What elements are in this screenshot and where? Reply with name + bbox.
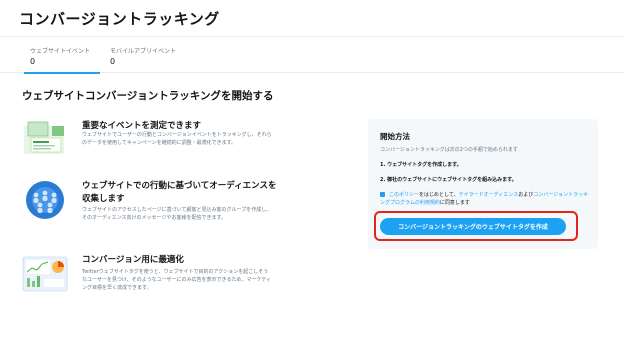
step-2: 2. 御社のウェブサイトにウェブサイトタグを組み込みます。	[380, 177, 517, 183]
step-1: 1. ウェブサイトタグを作成します。	[380, 162, 462, 168]
tab-label: モバイルアプリイベント	[110, 48, 177, 55]
header-bar: コンバージョントラッキング	[0, 0, 625, 37]
feature-description: ウェブサイトでユーザーの行動とコンバージョンイベントをトラッキングし、それらのデ…	[82, 132, 272, 146]
agreement-text: このポリシーをはじめとして、テイラードオーディエンスおよびコンバージョントラッキ…	[380, 191, 590, 207]
feature-title: ウェブサイトでの行動に基づいてオーディエンスを収集します	[82, 181, 277, 204]
highlight-box	[374, 211, 578, 241]
chart-optimization-icon	[22, 256, 68, 292]
panel-subtitle: コンバージョントラッキングは次の2つの手順で始められます	[380, 147, 518, 153]
panel-title: 開始方法	[380, 132, 410, 141]
feature-measure-events: 重要なイベントを測定できます ウェブサイトでユーザーの行動とコンバージョンイベン…	[22, 120, 322, 176]
feature-optimize-conversions: コンバージョン用に最適化 Twitterウェブサイトタグを使うと、ウェブサイトで…	[22, 254, 322, 310]
page-title: コンバージョントラッキング	[19, 10, 220, 28]
feature-description: ウェブサイトのアクセスしたページに基づいて顧客と見込み客のグループを作成し、その…	[82, 207, 272, 221]
section-title: ウェブサイトコンバージョントラッキングを開始する	[22, 90, 274, 102]
tab-bar: ウェブサイトイベント 0 モバイルアプリイベント 0	[0, 36, 625, 74]
tailored-audiences-link[interactable]: テイラードオーディエンス	[459, 192, 519, 198]
tab-website-events[interactable]: ウェブサイトイベント 0	[24, 46, 100, 74]
tab-mobile-app-events[interactable]: モバイルアプリイベント 0	[110, 46, 190, 72]
agreement-text-part: に同意します	[439, 200, 470, 206]
tab-count: 0	[110, 57, 116, 66]
policy-link[interactable]: このポリシー	[389, 192, 419, 198]
analytics-cards-icon	[24, 121, 64, 154]
audience-group-icon	[26, 181, 64, 219]
tab-label: ウェブサイトイベント	[30, 48, 91, 55]
agreement-text-part: をはじめとして、	[419, 192, 459, 198]
feature-collect-audiences: ウェブサイトでの行動に基づいてオーディエンスを収集します ウェブサイトのアクセス…	[22, 180, 322, 236]
agreement-text-part: および	[518, 192, 534, 198]
agreement-checkbox[interactable]	[380, 192, 385, 197]
feature-title: コンバージョン用に最適化	[82, 255, 184, 265]
feature-description: Twitterウェブサイトタグを使うと、ウェブサイトで目的のアクションを起こしそ…	[82, 269, 272, 291]
tab-count: 0	[30, 57, 36, 66]
